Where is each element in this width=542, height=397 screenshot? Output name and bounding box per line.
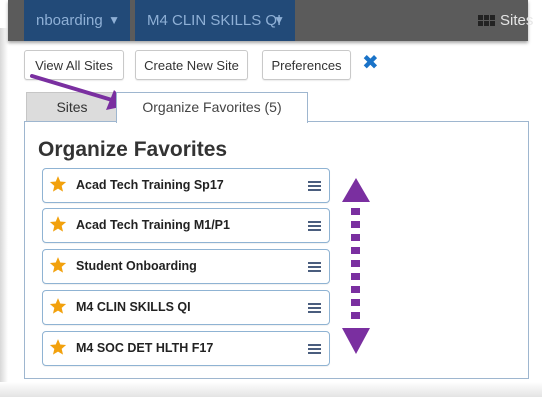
- site-tab-onboarding[interactable]: nboarding ▼: [24, 0, 130, 41]
- favorite-item[interactable]: Acad Tech Training Sp17: [42, 168, 330, 203]
- drag-handle-icon[interactable]: [308, 221, 321, 231]
- favorite-item-label: Student Onboarding: [76, 259, 197, 273]
- chevron-down-icon[interactable]: ▼: [273, 0, 285, 41]
- site-tab-m4-clin-skills[interactable]: M4 CLIN SKILLS QI ▼: [135, 0, 295, 41]
- screenshot-frame: nboarding ▼ M4 CLIN SKILLS QI ▼ Sites Vi…: [0, 0, 542, 397]
- drag-handle-icon[interactable]: [308, 344, 321, 354]
- preferences-button[interactable]: Preferences: [262, 50, 351, 80]
- star-icon[interactable]: [49, 256, 67, 274]
- star-icon[interactable]: [49, 338, 67, 356]
- shadow-edge-bottom: [0, 382, 542, 397]
- top-navigation-bar: nboarding ▼ M4 CLIN SKILLS QI ▼: [8, 0, 528, 41]
- site-tab-label: M4 CLIN SKILLS QI: [147, 12, 282, 29]
- star-icon[interactable]: [49, 215, 67, 233]
- drag-handle-icon[interactable]: [308, 262, 321, 272]
- drag-handle-icon[interactable]: [308, 303, 321, 313]
- reorder-arrow-annotation: [342, 178, 370, 354]
- sites-menu-button[interactable]: Sites: [500, 0, 533, 41]
- favorite-item[interactable]: M4 CLIN SKILLS QI: [42, 290, 330, 325]
- chevron-down-icon[interactable]: ▼: [108, 0, 120, 41]
- star-icon[interactable]: [49, 175, 67, 193]
- favorite-item-label: M4 CLIN SKILLS QI: [76, 300, 191, 314]
- favorite-item[interactable]: Acad Tech Training M1/P1: [42, 208, 330, 243]
- tab-organize-favorites[interactable]: Organize Favorites (5): [116, 92, 308, 123]
- favorite-item-label: Acad Tech Training M1/P1: [76, 218, 230, 232]
- drag-handle-icon[interactable]: [308, 181, 321, 191]
- site-tab-label: nboarding: [36, 12, 103, 29]
- favorite-item-label: Acad Tech Training Sp17: [76, 178, 224, 192]
- favorite-item-label: M4 SOC DET HLTH F17: [76, 341, 214, 355]
- star-icon[interactable]: [49, 297, 67, 315]
- shadow-edge-left: [0, 28, 8, 397]
- grid-icon[interactable]: [478, 15, 496, 27]
- create-new-site-button[interactable]: Create New Site: [135, 50, 248, 80]
- favorite-item[interactable]: Student Onboarding: [42, 249, 330, 284]
- favorite-item[interactable]: M4 SOC DET HLTH F17: [42, 331, 330, 366]
- close-icon[interactable]: ✖: [362, 52, 379, 74]
- page-title: Organize Favorites: [38, 138, 228, 161]
